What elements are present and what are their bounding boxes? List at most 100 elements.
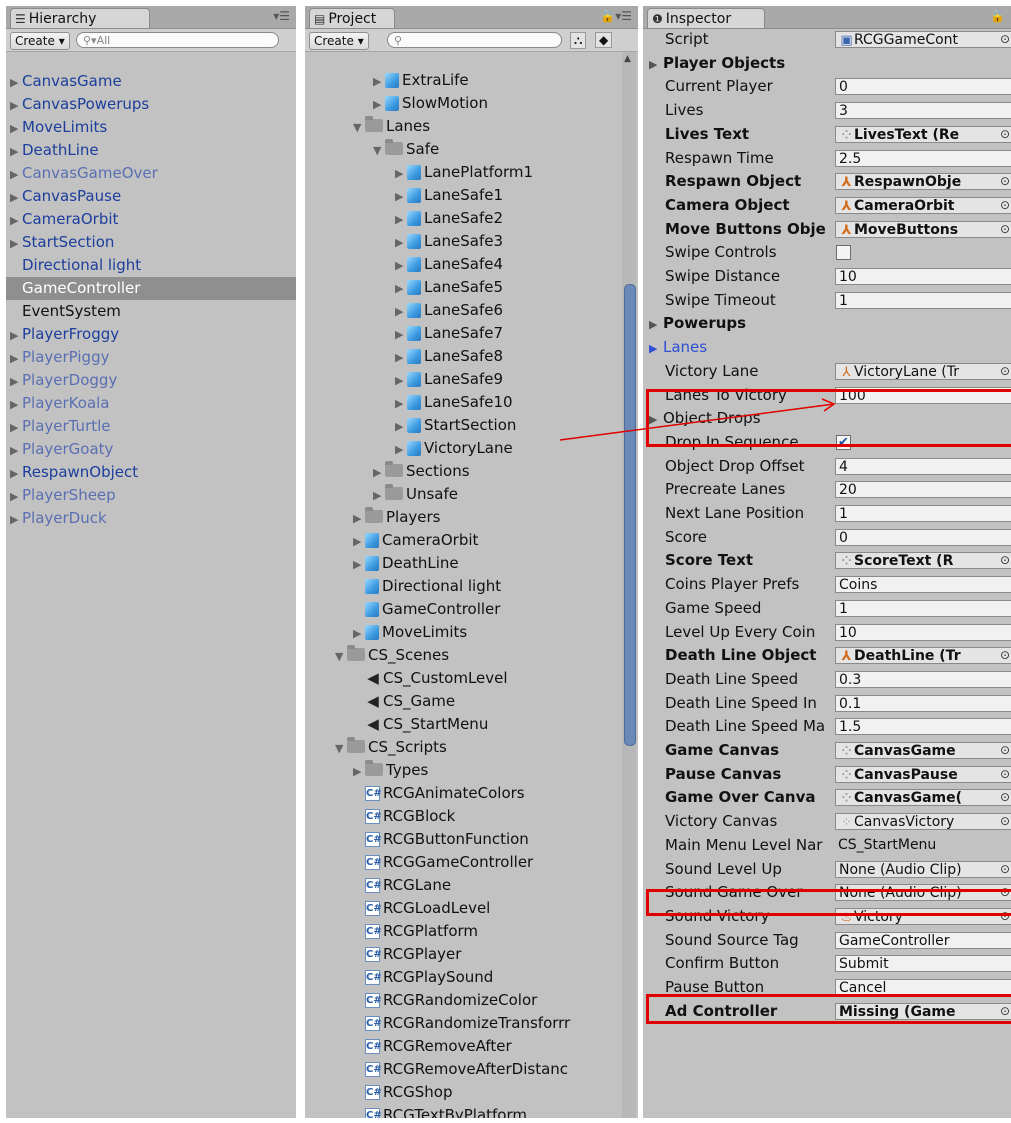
project-item[interactable]: ▶ DeathLine xyxy=(353,552,459,575)
project-item[interactable]: ▶ LaneSafe10 xyxy=(395,391,513,414)
expand-arrow-icon[interactable]: ▶ xyxy=(395,438,407,461)
object-picker-icon[interactable]: ⊙ xyxy=(1000,810,1010,833)
object-picker-icon[interactable]: ⊙ xyxy=(1000,170,1010,193)
search-input[interactable]: ⚲▾All xyxy=(76,32,279,48)
field-value[interactable]: 0.1 xyxy=(835,694,1011,712)
field-value[interactable]: ⁘ CanvasGame xyxy=(835,742,1011,759)
field-value[interactable]: 10 xyxy=(835,268,1011,285)
hierarchy-item[interactable]: ▶ PlayerTurtle xyxy=(6,415,296,438)
project-item[interactable]: ▼ CS_Scenes xyxy=(335,644,449,667)
field-value[interactable]: ⁘ CanvasGame( xyxy=(835,789,1011,807)
field-value[interactable]: 1 xyxy=(835,505,1011,522)
project-scrollbar[interactable]: ▲ xyxy=(622,52,636,1118)
project-item[interactable]: ▶ VictoryLane xyxy=(395,437,513,460)
expand-arrow-icon[interactable]: ▶ xyxy=(10,163,22,186)
expand-arrow-icon[interactable]: ▶ xyxy=(10,94,22,117)
expand-arrow-icon[interactable]: ▶ xyxy=(353,760,365,783)
project-item[interactable]: ▼ CS_Scripts xyxy=(335,736,447,759)
project-item[interactable]: C#RCGPlayer xyxy=(353,943,461,966)
object-picker-icon[interactable]: ⊙ xyxy=(1000,360,1010,383)
create-button[interactable]: Create ▾ xyxy=(10,32,70,50)
expand-arrow-icon[interactable]: ▶ xyxy=(395,300,407,323)
project-item[interactable]: C#RCGRandomizeColor xyxy=(353,989,537,1012)
field-value[interactable]: ⅄ VictoryLane (Tr xyxy=(835,362,1011,380)
project-item[interactable]: C#RCGLane xyxy=(353,874,451,897)
project-item[interactable]: ▶ LaneSafe6 xyxy=(395,299,503,322)
project-item[interactable]: C#RCGRandomizeTransforrr xyxy=(353,1012,570,1035)
project-item[interactable]: ▼ Lanes xyxy=(353,115,430,138)
expand-arrow-icon[interactable]: ▶ xyxy=(373,70,385,93)
hierarchy-item[interactable]: ▶ PlayerFroggy xyxy=(6,323,296,346)
object-picker-icon[interactable]: ⊙ xyxy=(1000,123,1010,146)
expand-arrow-icon[interactable]: ▶ xyxy=(395,185,407,208)
field-value[interactable]: 3 xyxy=(835,102,1011,120)
project-item[interactable]: ▶ Players xyxy=(353,506,441,529)
expand-arrow-icon[interactable]: ▶ xyxy=(10,439,22,462)
project-item[interactable]: C#RCGTextByPlatform xyxy=(353,1104,527,1118)
expand-arrow-icon[interactable]: ▶ xyxy=(10,347,22,370)
lock-icon[interactable]: 🔒 xyxy=(990,9,1005,23)
project-item[interactable]: ◀ CS_StartMenu xyxy=(353,713,488,736)
expand-arrow-icon[interactable]: ▶ xyxy=(10,71,22,94)
object-picker-icon[interactable]: ⊙ xyxy=(1000,644,1010,667)
field-value[interactable]: GameController xyxy=(835,931,1011,949)
field-value[interactable]: ⁘ CanvasPause xyxy=(835,765,1011,783)
hierarchy-item[interactable]: ▶ DeathLine xyxy=(6,139,296,162)
hierarchy-item[interactable]: ▶ CanvasPowerups xyxy=(6,93,296,116)
hierarchy-item[interactable]: ▶ RespawnObject xyxy=(6,461,296,484)
expand-arrow-icon[interactable]: ▶ xyxy=(395,346,407,369)
hierarchy-item[interactable]: ▶ PlayerSheep xyxy=(6,484,296,507)
expand-arrow-icon[interactable]: ▶ xyxy=(10,117,22,140)
search-input[interactable]: ⚲ xyxy=(387,32,562,48)
project-item[interactable]: ▶ StartSection xyxy=(395,414,516,437)
object-picker-icon[interactable]: ⊙ xyxy=(1000,786,1010,809)
project-item[interactable]: C#RCGShop xyxy=(353,1081,453,1104)
project-item[interactable]: C#RCGRemoveAfterDistanc xyxy=(353,1058,568,1081)
scroll-up-icon[interactable]: ▲ xyxy=(624,54,631,64)
project-item[interactable]: C#RCGGameController xyxy=(353,851,533,874)
field-value[interactable]: ⅄ CameraOrbit xyxy=(835,196,1011,214)
hierarchy-item[interactable]: ▶ PlayerPiggy xyxy=(6,346,296,369)
lock-icon[interactable]: 🔒▾☰ xyxy=(600,9,632,23)
hierarchy-item[interactable]: ▶ PlayerDuck xyxy=(6,507,296,530)
tab-hierarchy[interactable]: ☰ Hierarchy xyxy=(10,8,150,28)
project-item[interactable]: GameController xyxy=(353,598,500,621)
expand-arrow-icon[interactable]: ▶ xyxy=(10,416,22,439)
project-item[interactable]: ▶ LaneSafe8 xyxy=(395,345,503,368)
expand-arrow-icon[interactable]: ▶ xyxy=(395,369,407,392)
project-item[interactable]: ▶ LanePlatform1 xyxy=(395,161,533,184)
tab-inspector[interactable]: ❶ Inspector xyxy=(647,8,765,28)
expand-arrow-icon[interactable]: ▶ xyxy=(353,553,365,576)
foldout-arrow-icon[interactable]: ▶ xyxy=(649,53,663,76)
project-item[interactable]: C#RCGPlaySound xyxy=(353,966,493,989)
project-item[interactable]: C#RCGButtonFunction xyxy=(353,828,529,851)
hierarchy-item[interactable]: ▶ PlayerKoala xyxy=(6,392,296,415)
field-value[interactable]: ⁘ ScoreText (R xyxy=(835,552,1011,570)
project-item[interactable]: ▶ MoveLimits xyxy=(353,621,467,644)
expand-arrow-icon[interactable]: ▶ xyxy=(353,622,365,645)
collapse-arrow-icon[interactable]: ▼ xyxy=(353,116,365,139)
field-value[interactable]: ⁘ LivesText (Re xyxy=(835,125,1011,143)
expand-arrow-icon[interactable]: ▶ xyxy=(395,415,407,438)
object-picker-icon[interactable]: ⊙ xyxy=(1000,28,1010,51)
expand-arrow-icon[interactable]: ▶ xyxy=(10,209,22,232)
project-item[interactable]: ▶ LaneSafe3 xyxy=(395,230,503,253)
hierarchy-item[interactable]: GameController xyxy=(6,277,296,300)
hierarchy-item[interactable]: EventSystem xyxy=(6,300,296,323)
hierarchy-item[interactable]: ▶ MoveLimits xyxy=(6,116,296,139)
project-item[interactable]: C#RCGLoadLevel xyxy=(353,897,490,920)
foldout-header[interactable]: ▶ Lanes xyxy=(649,336,707,360)
project-item[interactable]: ◀ CS_Game xyxy=(353,690,455,713)
collapse-arrow-icon[interactable]: ▼ xyxy=(335,737,347,760)
hierarchy-item[interactable]: ▶ CanvasGameOver xyxy=(6,162,296,185)
expand-arrow-icon[interactable]: ▶ xyxy=(10,324,22,347)
object-picker-icon[interactable]: ⊙ xyxy=(1000,763,1010,786)
project-item[interactable]: ▶ LaneSafe4 xyxy=(395,253,503,276)
expand-arrow-icon[interactable]: ▶ xyxy=(395,392,407,415)
expand-arrow-icon[interactable]: ▶ xyxy=(353,507,365,530)
expand-arrow-icon[interactable]: ▶ xyxy=(373,93,385,116)
field-value[interactable]: 1 xyxy=(835,599,1011,617)
hierarchy-item[interactable]: ▶ CameraOrbit xyxy=(6,208,296,231)
project-item[interactable]: Directional light xyxy=(353,575,501,598)
expand-arrow-icon[interactable]: ▶ xyxy=(373,484,385,507)
